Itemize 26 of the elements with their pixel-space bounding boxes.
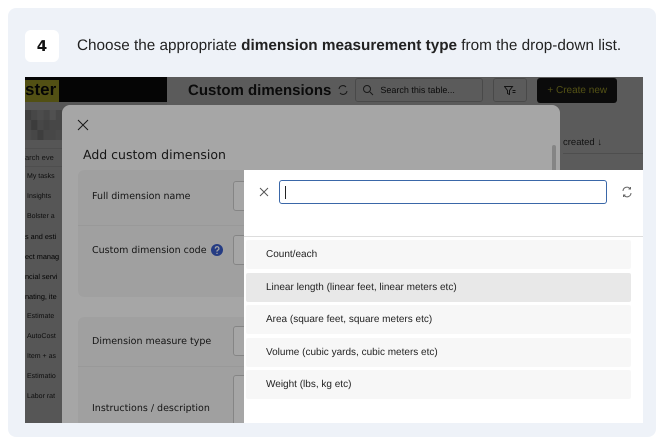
search-icon	[362, 84, 374, 96]
refresh-icon[interactable]	[621, 186, 633, 198]
create-button[interactable]: + Create new	[537, 78, 618, 102]
field-label: Custom dimension code	[92, 244, 207, 256]
help-icon[interactable]	[210, 244, 223, 256]
filter-button[interactable]	[493, 78, 528, 102]
dropdown-option[interactable]: Area (square feet, square meters etc)	[246, 305, 631, 334]
dropdown-option[interactable]: Count/each	[246, 240, 631, 269]
page-title: Custom dimensions	[188, 82, 332, 98]
filter-icon	[504, 86, 516, 94]
step-instruction: Choose the appropriate dimension measurement type from the drop-down list.	[77, 37, 622, 55]
modal-title: Add custom dimension	[83, 147, 226, 162]
input-field[interactable]	[279, 180, 607, 204]
column-header[interactable]: created ↓	[563, 135, 643, 154]
logo: ster	[25, 80, 60, 102]
field-label: Full dimension name	[92, 190, 190, 202]
search-field[interactable]: Search this table...	[355, 78, 484, 102]
refresh-icon[interactable]	[337, 84, 350, 96]
dropdown-option[interactable]: Linear length (linear feet, linear meters etc)	[246, 272, 631, 302]
dropdown-option[interactable]: Volume (cubic yards, cubic meters etc)	[246, 338, 631, 366]
field-label: Dimension measure type	[92, 336, 212, 346]
dropdown-option[interactable]: Weight (lbs, kg etc)	[246, 370, 631, 399]
field-label: Instructions / description	[92, 402, 210, 414]
close-icon[interactable]	[259, 187, 269, 197]
step-number: 4	[25, 30, 59, 62]
close-icon[interactable]	[77, 119, 89, 131]
